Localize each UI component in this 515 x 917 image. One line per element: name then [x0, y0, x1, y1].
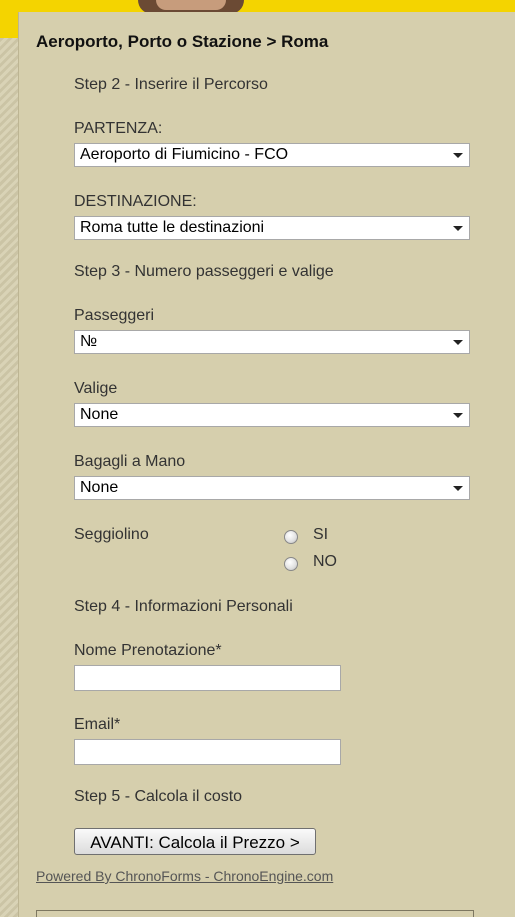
seggiolino-label: Seggiolino: [74, 526, 149, 543]
seggiolino-no-label: NO: [313, 553, 337, 570]
seggiolino-si-label: SI: [313, 526, 329, 543]
step5-heading: Step 5 - Calcola il costo: [74, 788, 243, 805]
step4-heading: Step 4 - Informazioni Personali: [74, 598, 293, 615]
passeggeri-select[interactable]: №: [74, 330, 470, 354]
email-label: Email*: [74, 716, 121, 733]
destinazione-select[interactable]: Roma tutte le destinazioni: [74, 216, 470, 240]
bagagli-label: Bagagli a Mano: [74, 453, 186, 470]
header-photo-detail: [156, 0, 226, 10]
chevron-down-icon: [453, 486, 463, 491]
powered-by-link[interactable]: Powered By ChronoForms - ChronoEngine.co…: [36, 868, 333, 884]
partenza-select-value: Aeroporto di Fiumicino - FCO: [80, 146, 289, 163]
bagagli-select[interactable]: None: [74, 476, 470, 500]
chevron-down-icon: [453, 340, 463, 345]
passeggeri-select-value: №: [80, 333, 98, 350]
bagagli-select-value: None: [80, 479, 119, 496]
valige-select[interactable]: None: [74, 403, 470, 427]
seggiolino-si-radio[interactable]: [284, 530, 298, 544]
chevron-down-icon: [453, 226, 463, 231]
valige-label: Valige: [74, 380, 118, 397]
nome-label: Nome Prenotazione*: [74, 642, 222, 659]
footer-box-edge: [36, 910, 474, 917]
form-title: Aeroporto, Porto o Stazione > Roma: [36, 32, 329, 51]
calcola-prezzo-button[interactable]: AVANTI: Calcola il Prezzo >: [74, 828, 316, 855]
step3-heading: Step 3 - Numero passeggeri e valige: [74, 263, 334, 280]
destinazione-label: DESTINAZIONE:: [74, 193, 197, 210]
seggiolino-no-radio[interactable]: [284, 557, 298, 571]
destinazione-select-value: Roma tutte le destinazioni: [80, 219, 265, 236]
email-input[interactable]: [74, 739, 341, 765]
chevron-down-icon: [453, 413, 463, 418]
partenza-label: PARTENZA:: [74, 120, 163, 137]
valige-select-value: None: [80, 406, 119, 423]
background-pattern: [0, 0, 18, 917]
chevron-down-icon: [453, 153, 463, 158]
nome-input[interactable]: [74, 665, 341, 691]
step2-heading: Step 2 - Inserire il Percorso: [74, 76, 268, 93]
partenza-select[interactable]: Aeroporto di Fiumicino - FCO: [74, 143, 470, 167]
passeggeri-label: Passeggeri: [74, 307, 155, 324]
